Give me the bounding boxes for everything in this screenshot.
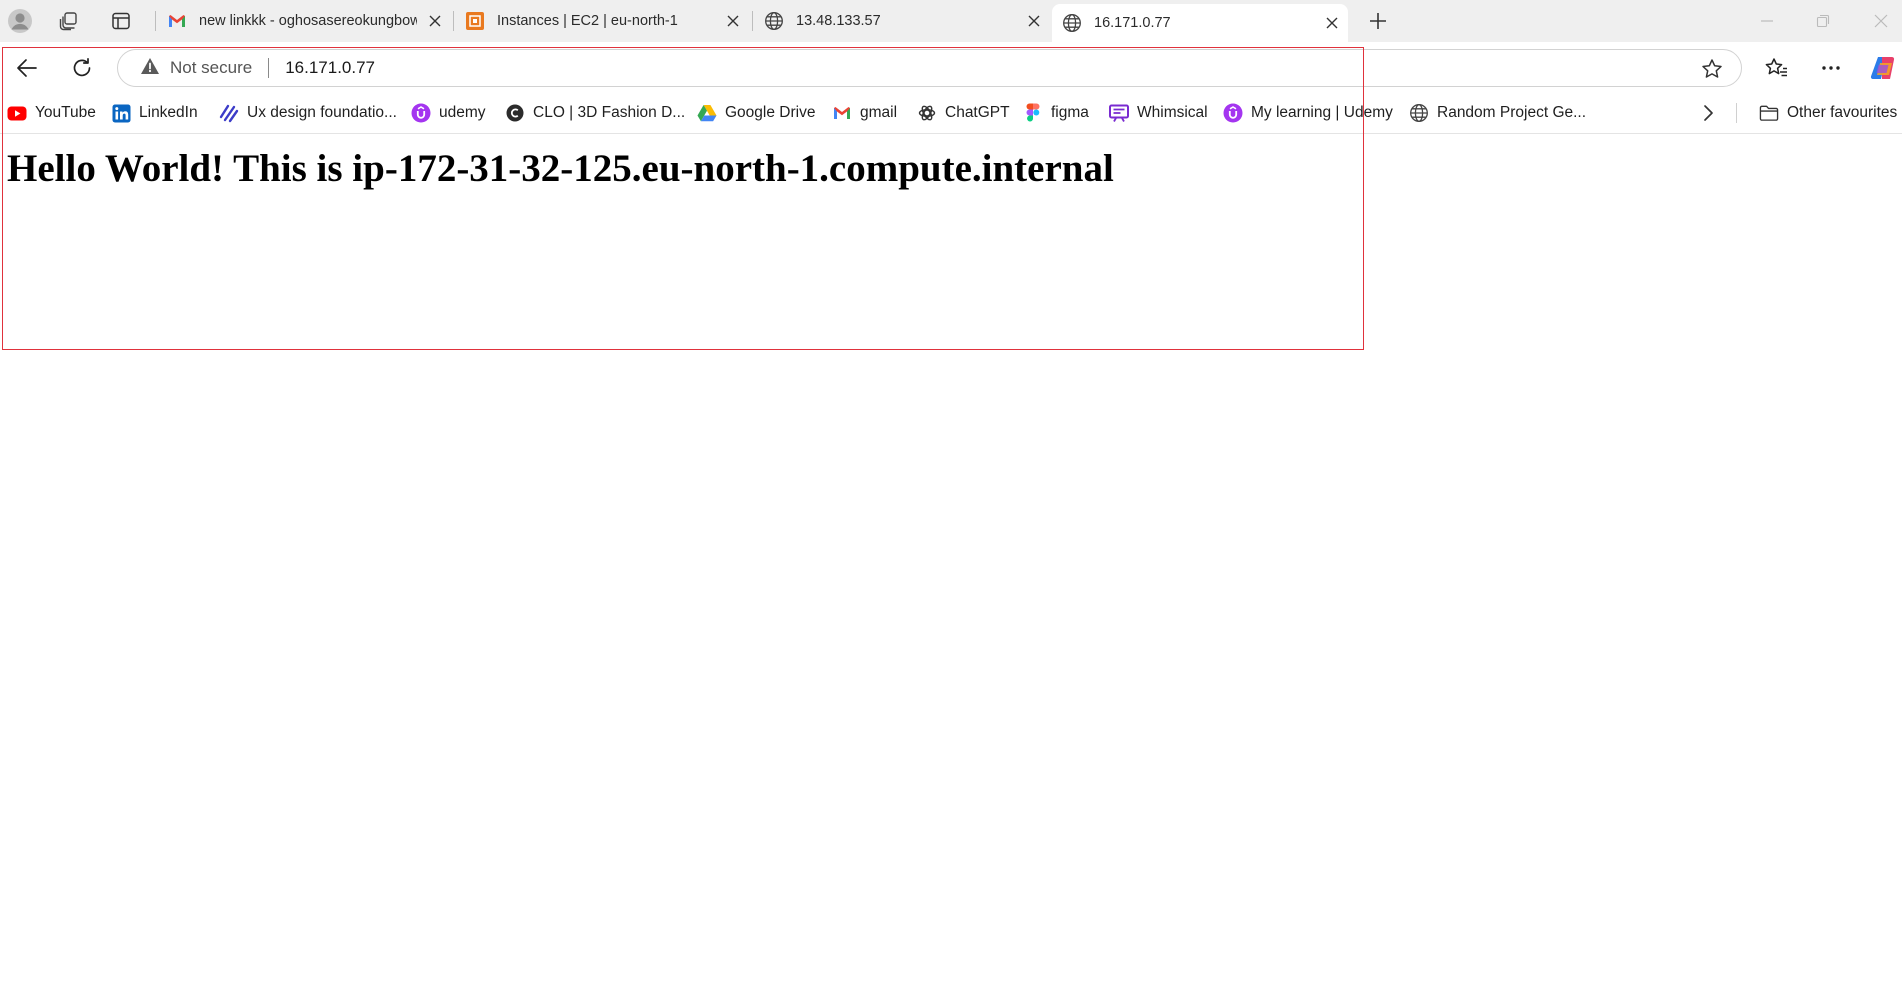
- chatgpt-icon: [917, 103, 937, 123]
- url-text[interactable]: 16.171.0.77: [285, 58, 375, 78]
- bookmark-my-learning-udemy[interactable]: My learning | Udemy: [1223, 102, 1393, 124]
- bookmark-chatgpt[interactable]: ChatGPT: [917, 102, 1010, 124]
- more-icon[interactable]: [1815, 52, 1847, 84]
- bookmark-label: My learning | Udemy: [1251, 104, 1393, 121]
- close-icon[interactable]: [1324, 15, 1340, 31]
- reload-icon[interactable]: [66, 52, 98, 84]
- bookmark-label: figma: [1051, 104, 1089, 121]
- tab-separator: [155, 11, 156, 31]
- back-icon[interactable]: [11, 52, 43, 84]
- site-info-button[interactable]: Not secure: [140, 57, 252, 80]
- bookmark-youtube[interactable]: YouTube: [7, 102, 96, 124]
- bookmark-label: Other favourites: [1787, 104, 1898, 121]
- tab-separator: [752, 11, 753, 31]
- youtube-icon: [7, 103, 27, 123]
- close-icon[interactable]: [427, 13, 443, 29]
- tab-aws-ec2[interactable]: Instances | EC2 | eu-north-1: [455, 4, 749, 38]
- profile-icon[interactable]: [5, 6, 35, 36]
- bookmark-figma[interactable]: figma: [1023, 102, 1089, 124]
- whimsical-icon: [1109, 103, 1129, 123]
- tab-title: 16.171.0.77: [1094, 15, 1171, 31]
- page-heading: Hello World! This is ip-172-31-32-125.eu…: [7, 147, 1114, 190]
- restore-icon[interactable]: [1808, 8, 1838, 34]
- udemy-icon: [411, 103, 431, 123]
- bookmark-random-project[interactable]: Random Project Ge...: [1409, 102, 1586, 124]
- bookmark-separator: [1736, 103, 1737, 123]
- folder-icon: [1759, 103, 1779, 123]
- other-favourites-folder[interactable]: Other favourites: [1759, 102, 1897, 124]
- tab-gmail[interactable]: new linkkk - oghosasereokungbowa: [157, 4, 451, 38]
- google-drive-icon: [697, 103, 717, 123]
- favorite-star-icon[interactable]: [1701, 58, 1723, 80]
- bookmark-label: ChatGPT: [945, 104, 1010, 121]
- bookmark-google-drive[interactable]: Google Drive: [697, 102, 815, 124]
- bookmark-udemy[interactable]: udemy: [411, 102, 486, 124]
- gmail-icon: [167, 11, 187, 31]
- globe-icon: [1409, 103, 1429, 123]
- aws-ec2-icon: [465, 11, 485, 31]
- minimize-icon[interactable]: [1752, 8, 1782, 34]
- bookmarks-bar: YouTube LinkedIn Ux design foundatio... …: [0, 92, 1902, 134]
- bookmark-gmail[interactable]: gmail: [832, 102, 897, 124]
- bookmark-label: Ux design foundatio...: [247, 104, 397, 121]
- bookmark-label: Random Project Ge...: [1437, 104, 1587, 121]
- globe-icon: [1062, 13, 1082, 33]
- tab-title: Instances | EC2 | eu-north-1: [497, 13, 678, 29]
- globe-icon: [764, 11, 784, 31]
- figma-icon: [1023, 103, 1043, 123]
- bookmark-clo[interactable]: CLO | 3D Fashion D...: [505, 102, 685, 124]
- tab-separator: [453, 11, 454, 31]
- page-content: Hello World! This is ip-172-31-32-125.eu…: [0, 134, 1902, 987]
- browser-toolbar: Not secure 16.171.0.77: [0, 42, 1902, 92]
- bookmark-linkedin[interactable]: LinkedIn: [111, 102, 198, 124]
- address-bar[interactable]: Not secure 16.171.0.77: [117, 49, 1742, 87]
- tab-title: 13.48.133.57: [796, 13, 881, 29]
- tab-strip: new linkkk - oghosasereokungbowa Instanc…: [0, 0, 1902, 42]
- bookmark-label: Google Drive: [725, 104, 816, 121]
- vertical-tabs-icon[interactable]: [106, 6, 136, 36]
- bookmark-label: LinkedIn: [139, 104, 198, 121]
- tab-title: new linkkk - oghosasereokungbowa: [199, 13, 417, 29]
- chevron-right-icon[interactable]: [1702, 102, 1714, 124]
- close-icon[interactable]: [1026, 13, 1042, 29]
- bookmark-label: udemy: [439, 104, 486, 121]
- bookmark-label: CLO | 3D Fashion D...: [533, 104, 686, 121]
- favorites-icon[interactable]: [1761, 52, 1793, 84]
- address-divider: [268, 58, 270, 78]
- bookmark-ux-design[interactable]: Ux design foundatio...: [219, 102, 397, 124]
- warning-icon: [140, 57, 160, 80]
- security-label: Not secure: [170, 58, 253, 77]
- ux-course-icon: [219, 103, 239, 123]
- close-window-icon[interactable]: [1866, 8, 1896, 34]
- new-tab-icon[interactable]: [1363, 6, 1393, 36]
- bookmark-whimsical[interactable]: Whimsical: [1109, 102, 1208, 124]
- linkedin-icon: [111, 103, 131, 123]
- bookmark-label: YouTube: [35, 104, 96, 121]
- clo-icon: [505, 103, 525, 123]
- udemy-icon: [1223, 103, 1243, 123]
- close-icon[interactable]: [725, 13, 741, 29]
- tab-ip-16-171-0-77[interactable]: 16.171.0.77: [1052, 4, 1348, 42]
- gmail-icon: [832, 103, 852, 123]
- bookmark-label: gmail: [860, 104, 898, 121]
- bookmark-label: Whimsical: [1137, 104, 1208, 121]
- copilot-icon[interactable]: [1868, 52, 1900, 84]
- tab-ip-13-48-133-57[interactable]: 13.48.133.57: [754, 4, 1050, 38]
- workspaces-icon[interactable]: [54, 6, 84, 36]
